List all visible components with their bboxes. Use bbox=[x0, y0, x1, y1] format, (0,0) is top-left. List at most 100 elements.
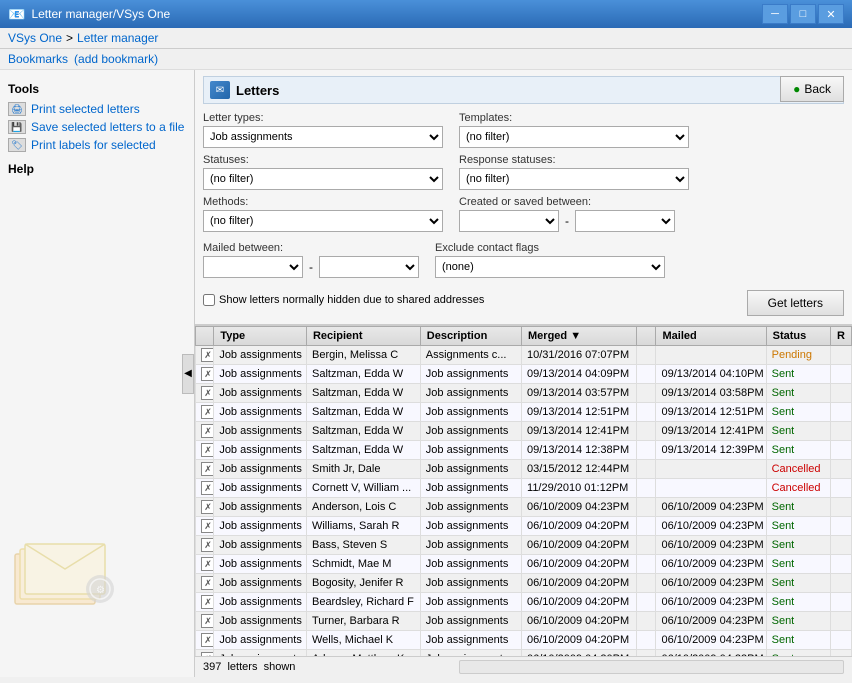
row-select-icon: ✗ bbox=[201, 405, 214, 419]
row-status: Sent bbox=[766, 403, 830, 422]
statuses-select[interactable]: (no filter) bbox=[203, 168, 443, 190]
minimize-button[interactable]: ─ bbox=[762, 4, 788, 24]
vsys-one-link[interactable]: VSys One bbox=[8, 31, 62, 45]
exclude-flags-group: Exclude contact flags (none) bbox=[435, 242, 665, 278]
bookmarks-link[interactable]: Bookmarks bbox=[8, 52, 68, 66]
row-merged: 09/13/2014 12:51PM bbox=[522, 403, 637, 422]
row-merged-flag bbox=[636, 346, 656, 365]
row-icon-cell: ✗ bbox=[196, 460, 214, 479]
col-merged-flag[interactable] bbox=[636, 327, 656, 346]
content-area: ● Back ✉ Letters Letter types: Job assig… bbox=[195, 70, 852, 677]
created-from-select[interactable] bbox=[459, 210, 559, 232]
table-row[interactable]: ✗ Job assignments Turner, Barbara R Job … bbox=[196, 612, 852, 631]
window-controls: ─ □ ✕ bbox=[762, 4, 844, 24]
bookmarks-bar: Bookmarks (add bookmark) bbox=[0, 49, 852, 70]
save-icon: 💾 bbox=[8, 120, 26, 134]
table-row[interactable]: ✗ Job assignments Saltzman, Edda W Job a… bbox=[196, 384, 852, 403]
table-row[interactable]: ✗ Job assignments Beardsley, Richard F J… bbox=[196, 593, 852, 612]
back-button[interactable]: ● Back bbox=[780, 76, 844, 102]
exclude-flags-select[interactable]: (none) bbox=[435, 256, 665, 278]
row-icon-cell: ✗ bbox=[196, 536, 214, 555]
show-hidden-label: Show letters normally hidden due to shar… bbox=[219, 294, 484, 306]
col-merged[interactable]: Merged ▼ bbox=[522, 327, 637, 346]
row-icon-cell: ✗ bbox=[196, 479, 214, 498]
row-merged-flag bbox=[636, 536, 656, 555]
row-merged-flag bbox=[636, 365, 656, 384]
row-mailed: 06/10/2009 04:23PM bbox=[656, 574, 766, 593]
row-description: Job assignments bbox=[420, 612, 521, 631]
col-mailed[interactable]: Mailed bbox=[656, 327, 766, 346]
show-hidden-row: Show letters normally hidden due to shar… bbox=[203, 294, 484, 306]
table-row[interactable]: ✗ Job assignments Saltzman, Edda W Job a… bbox=[196, 365, 852, 384]
row-mailed: 06/10/2009 04:23PM bbox=[656, 517, 766, 536]
add-bookmark-link[interactable]: (add bookmark) bbox=[74, 52, 158, 66]
row-merged: 09/13/2014 12:41PM bbox=[522, 422, 637, 441]
row-type: Job assignments bbox=[214, 574, 307, 593]
back-icon: ● bbox=[793, 82, 800, 96]
table-row[interactable]: ✗ Job assignments Anderson, Lois C Job a… bbox=[196, 498, 852, 517]
print-labels-link[interactable]: 🏷 Print labels for selected bbox=[8, 136, 186, 154]
row-recipient: Anderson, Lois C bbox=[306, 498, 420, 517]
col-description[interactable]: Description bbox=[420, 327, 521, 346]
letter-types-select[interactable]: Job assignments bbox=[203, 126, 443, 148]
print-selected-letters-link[interactable]: 🖨 Print selected letters bbox=[8, 100, 186, 118]
response-statuses-select[interactable]: (no filter) bbox=[459, 168, 689, 190]
row-mailed bbox=[656, 346, 766, 365]
col-recipient[interactable]: Recipient bbox=[306, 327, 420, 346]
table-row[interactable]: ✗ Job assignments Bogosity, Jenifer R Jo… bbox=[196, 574, 852, 593]
row-mailed: 09/13/2014 12:51PM bbox=[656, 403, 766, 422]
table-row[interactable]: ✗ Job assignments Smith Jr, Dale Job ass… bbox=[196, 460, 852, 479]
save-selected-letters-link[interactable]: 💾 Save selected letters to a file bbox=[8, 118, 186, 136]
mailed-to-select[interactable] bbox=[319, 256, 419, 278]
statuses-group: Statuses: (no filter) bbox=[203, 154, 443, 190]
sidebar-collapse-button[interactable]: ◀ bbox=[182, 354, 194, 394]
templates-label: Templates: bbox=[459, 112, 689, 124]
horizontal-scrollbar[interactable] bbox=[459, 660, 844, 674]
table-row[interactable]: ✗ Job assignments Williams, Sarah R Job … bbox=[196, 517, 852, 536]
table-row[interactable]: ✗ Job assignments Saltzman, Edda W Job a… bbox=[196, 422, 852, 441]
row-status: Pending bbox=[766, 346, 830, 365]
row-status: Sent bbox=[766, 536, 830, 555]
table-row[interactable]: ✗ Job assignments Saltzman, Edda W Job a… bbox=[196, 403, 852, 422]
col-status[interactable]: Status bbox=[766, 327, 830, 346]
svg-text:⚙: ⚙ bbox=[96, 585, 105, 596]
row-status: Cancelled bbox=[766, 460, 830, 479]
row-select-icon: ✗ bbox=[201, 614, 214, 628]
show-hidden-checkbox[interactable] bbox=[203, 294, 215, 306]
table-row[interactable]: ✗ Job assignments Schmidt, Mae M Job ass… bbox=[196, 555, 852, 574]
table-row[interactable]: ✗ Job assignments Bergin, Melissa C Assi… bbox=[196, 346, 852, 365]
row-mailed: 06/10/2009 04:23PM bbox=[656, 498, 766, 517]
mailed-from-select[interactable] bbox=[203, 256, 303, 278]
col-r[interactable]: R bbox=[830, 327, 851, 346]
row-merged: 09/13/2014 12:38PM bbox=[522, 441, 637, 460]
col-checkbox[interactable] bbox=[196, 327, 214, 346]
row-mailed: 09/13/2014 12:41PM bbox=[656, 422, 766, 441]
mailed-dash: - bbox=[309, 260, 313, 274]
table-row[interactable]: ✗ Job assignments Bass, Steven S Job ass… bbox=[196, 536, 852, 555]
row-r bbox=[830, 422, 851, 441]
row-description: Job assignments bbox=[420, 631, 521, 650]
row-mailed: 09/13/2014 04:10PM bbox=[656, 365, 766, 384]
row-select-icon: ✗ bbox=[201, 500, 214, 514]
methods-select[interactable]: (no filter) bbox=[203, 210, 443, 232]
templates-select[interactable]: (no filter) bbox=[459, 126, 689, 148]
get-letters-button[interactable]: Get letters bbox=[747, 290, 844, 316]
row-type: Job assignments bbox=[214, 384, 307, 403]
table-row[interactable]: ✗ Job assignments Cornett V, William ...… bbox=[196, 479, 852, 498]
table-header-row: Type Recipient Description Merged ▼ Mail… bbox=[196, 327, 852, 346]
maximize-button[interactable]: □ bbox=[790, 4, 816, 24]
row-type: Job assignments bbox=[214, 536, 307, 555]
row-merged-flag bbox=[636, 574, 656, 593]
watermark-decoration: ⚙ bbox=[10, 534, 130, 617]
col-type[interactable]: Type bbox=[214, 327, 307, 346]
row-description: Job assignments bbox=[420, 441, 521, 460]
table-row[interactable]: ✗ Job assignments Wells, Michael K Job a… bbox=[196, 631, 852, 650]
row-icon-cell: ✗ bbox=[196, 403, 214, 422]
mailed-between-inputs: - bbox=[203, 256, 419, 278]
print-letters-label: Print selected letters bbox=[31, 102, 140, 116]
letter-manager-link[interactable]: Letter manager bbox=[77, 31, 158, 45]
created-to-select[interactable] bbox=[575, 210, 675, 232]
table-row[interactable]: ✗ Job assignments Saltzman, Edda W Job a… bbox=[196, 441, 852, 460]
row-r bbox=[830, 365, 851, 384]
close-button[interactable]: ✕ bbox=[818, 4, 844, 24]
